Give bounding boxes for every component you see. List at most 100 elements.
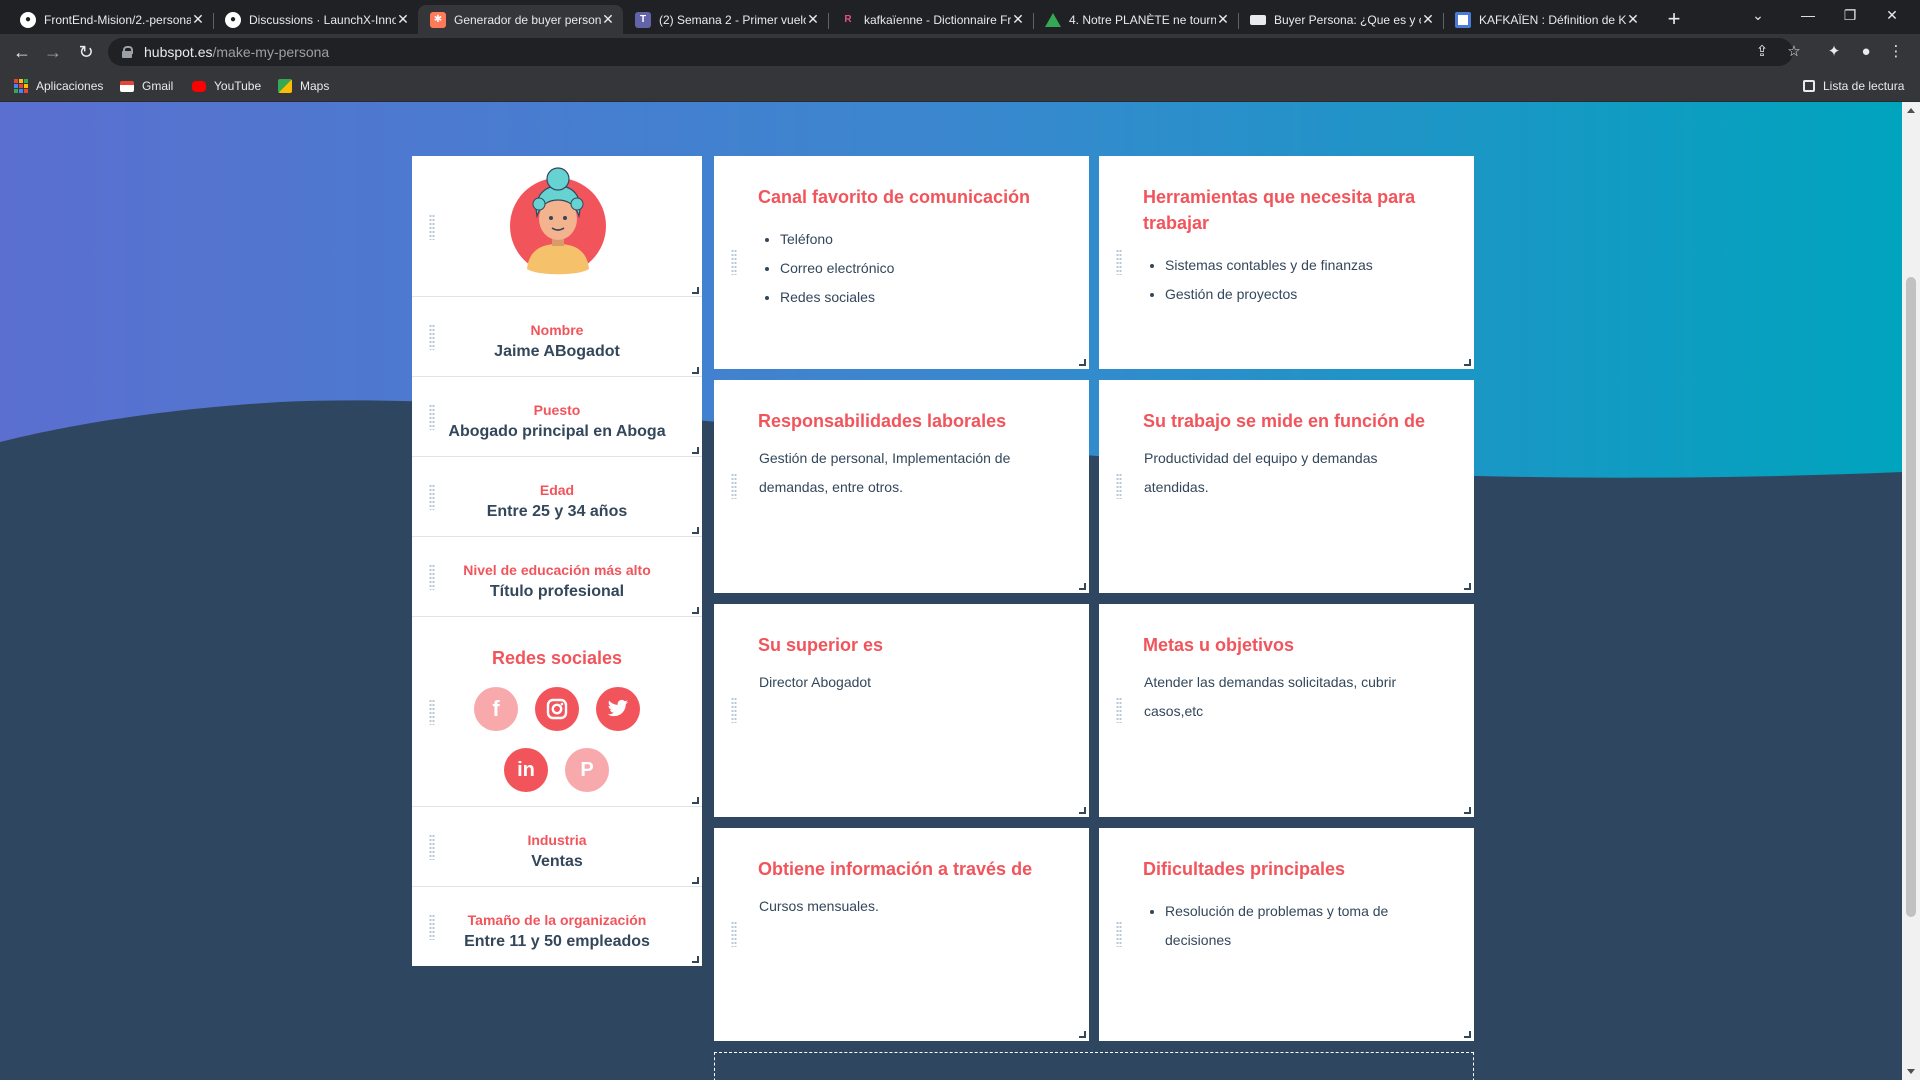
resize-handle[interactable] <box>1464 1031 1471 1038</box>
tab-semana-2[interactable]: T (2) Semana 2 - Primer vuelo ✕ <box>623 5 829 34</box>
resize-handle[interactable] <box>1079 807 1086 814</box>
profile-icon[interactable]: ● <box>1856 42 1876 62</box>
extensions-puzzle-icon[interactable]: ✦ <box>1824 42 1844 62</box>
drag-handle-icon[interactable] <box>429 699 435 725</box>
bookmark-gmail[interactable]: Gmail <box>120 77 173 95</box>
card-information-sources[interactable]: Obtiene información a través de Cursos m… <box>714 828 1089 1041</box>
education-section[interactable]: Nivel de educación más alto Título profe… <box>412 536 702 617</box>
resize-handle[interactable] <box>692 367 699 374</box>
drag-handle-icon[interactable] <box>429 564 435 590</box>
drag-handle-icon[interactable] <box>1116 697 1122 723</box>
bookmark-star-icon[interactable]: ☆ <box>1784 42 1804 62</box>
close-icon[interactable]: ✕ <box>191 11 205 28</box>
linkedin-icon[interactable]: in <box>504 748 548 792</box>
role-section[interactable]: Puesto Abogado principal en Aboga <box>412 376 702 457</box>
drag-handle-icon[interactable] <box>429 484 435 510</box>
avatar[interactable] <box>509 164 607 276</box>
tab-kafkaienne[interactable]: R kafkaïenne - Dictionnaire Fr ✕ <box>828 5 1034 34</box>
resize-handle[interactable] <box>1464 359 1471 366</box>
age-value[interactable]: Entre 25 y 34 años <box>412 503 702 521</box>
reload-icon[interactable]: ↻ <box>74 40 98 64</box>
resize-handle[interactable] <box>692 956 699 963</box>
resize-handle[interactable] <box>1464 583 1471 590</box>
forward-arrow-icon[interactable]: → <box>41 40 65 64</box>
drag-handle-icon[interactable] <box>1116 921 1122 947</box>
scroll-up-arrow-icon[interactable] <box>1907 108 1915 113</box>
close-icon[interactable]: ✕ <box>1421 11 1435 28</box>
card-measured-by[interactable]: Su trabajo se mide en función de Product… <box>1099 380 1474 593</box>
industry-section[interactable]: Industria Ventas <box>412 806 702 887</box>
menu-dots-icon[interactable]: ⋮ <box>1886 42 1906 62</box>
drag-handle-icon[interactable] <box>731 921 737 947</box>
tab-buyer-persona-que-es[interactable]: Buyer Persona: ¿Que es y cóm ✕ <box>1238 5 1444 34</box>
close-icon[interactable]: ✕ <box>1216 11 1230 28</box>
resize-handle[interactable] <box>692 287 699 294</box>
drag-handle-icon[interactable] <box>429 834 435 860</box>
scrollbar-thumb[interactable] <box>1906 277 1916 917</box>
name-value[interactable]: Jaime ABogadot <box>412 343 702 361</box>
age-section[interactable]: Edad Entre 25 y 34 años <box>412 456 702 537</box>
role-value[interactable]: Abogado principal en Aboga <box>412 423 702 441</box>
card-superior[interactable]: Su superior es Director Abogadot <box>714 604 1089 817</box>
share-icon[interactable]: ⇪ <box>1752 42 1772 62</box>
reading-list-button[interactable]: Lista de lectura <box>1803 77 1904 95</box>
resize-handle[interactable] <box>1079 583 1086 590</box>
close-icon[interactable]: ✕ <box>806 11 820 28</box>
youtube-icon <box>192 80 206 92</box>
site-icon <box>1250 14 1266 25</box>
org-size-value[interactable]: Entre 11 y 50 empleados <box>412 933 702 951</box>
drag-handle-icon[interactable] <box>429 324 435 350</box>
close-icon[interactable]: ✕ <box>396 11 410 28</box>
resize-handle[interactable] <box>1079 359 1086 366</box>
scroll-down-arrow-icon[interactable] <box>1907 1069 1915 1074</box>
drag-handle-icon[interactable] <box>1116 473 1122 499</box>
card-title: Su trabajo se mide en función de <box>1143 411 1426 431</box>
page-scrollbar[interactable] <box>1902 102 1920 1080</box>
close-icon[interactable]: ✕ <box>1011 11 1025 28</box>
bookmark-youtube[interactable]: YouTube <box>192 77 261 95</box>
card-goals[interactable]: Metas u objetivos Atender las demandas s… <box>1099 604 1474 817</box>
browser-toolbar: ← → ↻ hubspot.es/make-my-persona ⇪ ☆ ✦ ●… <box>0 34 1920 70</box>
tab-frontend-mision[interactable]: ● FrontEnd-Mision/2.-persona ✕ <box>8 5 214 34</box>
card-communication-channel[interactable]: Canal favorito de comunicación Teléfono … <box>714 156 1089 369</box>
card-tools[interactable]: Herramientas que necesita para trabajar … <box>1099 156 1474 369</box>
close-window-button[interactable]: ✕ <box>1864 0 1920 30</box>
instagram-icon[interactable] <box>535 687 579 731</box>
drag-handle-icon[interactable] <box>429 214 435 240</box>
org-size-section[interactable]: Tamaño de la organización Entre 11 y 50 … <box>412 886 702 966</box>
new-tab-button[interactable]: + <box>1660 5 1688 33</box>
resize-handle[interactable] <box>692 797 699 804</box>
facebook-icon[interactable]: f <box>474 687 518 731</box>
resize-handle[interactable] <box>692 607 699 614</box>
name-section[interactable]: Nombre Jaime ABogadot <box>412 296 702 377</box>
industry-value[interactable]: Ventas <box>412 853 702 871</box>
tab-generador-buyer-persona[interactable]: ✱ Generador de buyer persona ✕ <box>418 5 623 34</box>
add-section-dropzone[interactable] <box>714 1052 1474 1080</box>
address-bar[interactable]: hubspot.es/make-my-persona <box>108 38 1793 66</box>
resize-handle[interactable] <box>692 877 699 884</box>
drag-handle-icon[interactable] <box>731 473 737 499</box>
back-arrow-icon[interactable]: ← <box>10 40 34 64</box>
tab-discussions[interactable]: ● Discussions · LaunchX-Innov ✕ <box>213 5 419 34</box>
drag-handle-icon[interactable] <box>1116 249 1122 275</box>
resize-handle[interactable] <box>1464 807 1471 814</box>
card-challenges[interactable]: Dificultades principales Resolución de p… <box>1099 828 1474 1041</box>
resize-handle[interactable] <box>692 527 699 534</box>
bookmark-maps[interactable]: Maps <box>278 77 329 95</box>
drag-handle-icon[interactable] <box>731 249 737 275</box>
resize-handle[interactable] <box>1079 1031 1086 1038</box>
twitter-icon[interactable] <box>596 687 640 731</box>
drag-handle-icon[interactable] <box>731 697 737 723</box>
close-icon[interactable]: ✕ <box>601 11 615 28</box>
resize-handle[interactable] <box>692 447 699 454</box>
card-responsibilities[interactable]: Responsabilidades laborales Gestión de p… <box>714 380 1089 593</box>
pinterest-icon[interactable]: P <box>565 748 609 792</box>
drag-handle-icon[interactable] <box>429 914 435 940</box>
tab-notre-planete[interactable]: 4. Notre PLANÈTE ne tourne ✕ <box>1033 5 1239 34</box>
tab-search-button[interactable]: ⌄ <box>1730 0 1786 30</box>
bookmark-aplicaciones[interactable]: Aplicaciones <box>14 77 103 95</box>
drag-handle-icon[interactable] <box>429 404 435 430</box>
education-value[interactable]: Título profesional <box>412 583 702 601</box>
tab-kafkaien-definition[interactable]: KAFKAÏEN : Définition de KAF ✕ <box>1443 5 1648 34</box>
close-icon[interactable]: ✕ <box>1626 11 1640 28</box>
